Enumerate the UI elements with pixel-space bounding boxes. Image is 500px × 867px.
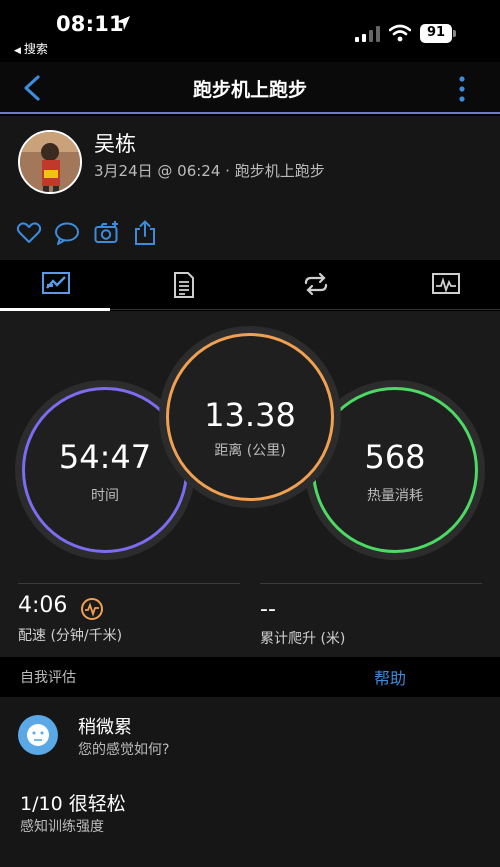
- calories-value: 568: [364, 438, 426, 476]
- avatar[interactable]: [18, 130, 82, 194]
- back-to-app-label: 搜索: [23, 42, 48, 56]
- details-document-icon: [174, 272, 194, 298]
- pace-value: 4:06: [18, 593, 68, 618]
- distance-ring: 13.38 距离 (公里): [166, 333, 334, 501]
- time-value: 54:47: [58, 438, 152, 476]
- time-ring: 54:47 时间: [22, 387, 188, 553]
- ascent-value: --: [260, 597, 276, 622]
- avatar-photo: [20, 132, 80, 192]
- cellular-signal-icon: [355, 26, 380, 42]
- tab-bar: [0, 260, 500, 311]
- pace-label: 配速 (分钟/千米): [18, 628, 123, 644]
- add-photo-camera-icon[interactable]: [94, 220, 120, 246]
- distance-label: 距离 (公里): [214, 443, 286, 459]
- tab-laps[interactable]: [260, 260, 370, 310]
- nav-bar: 跑步机上跑步: [0, 62, 500, 114]
- self-evaluation-body: 稍微累 您的感觉如何? 1/10 很轻松 感知训练强度: [0, 697, 500, 867]
- status-bar: 08:11 ◀ 搜索 91: [0, 0, 500, 62]
- calories-ring: 568 热量消耗: [312, 387, 478, 553]
- wifi-icon: [389, 24, 411, 42]
- feeling-title[interactable]: 稍微累: [78, 713, 132, 739]
- page-title: 跑步机上跑步: [192, 79, 307, 101]
- distance-value: 13.38: [204, 396, 296, 434]
- activity-subtitle: 3月24日 @ 06:24 · 跑步机上跑步: [94, 162, 325, 180]
- laps-repeat-icon: [304, 272, 328, 296]
- self-evaluation-header: 自我评估 帮助: [0, 657, 500, 697]
- face-glyph: [27, 724, 49, 746]
- calories-label: 热量消耗: [367, 488, 423, 504]
- pace-heart-rate-icon: [81, 598, 103, 620]
- perceived-intensity-value[interactable]: 1/10 很轻松: [20, 789, 126, 816]
- feeling-subtitle: 您的感觉如何?: [78, 742, 170, 758]
- help-link[interactable]: 帮助: [374, 665, 406, 689]
- divider: [18, 583, 240, 584]
- comment-bubble-icon[interactable]: [54, 220, 80, 246]
- location-arrow-icon: [116, 16, 130, 30]
- overview-chart-icon: [42, 272, 70, 294]
- share-icon[interactable]: [132, 220, 158, 246]
- stats-panel: 54:47 时间 568 热量消耗 13.38 距离 (公里) 4:06 配速 …: [0, 311, 500, 657]
- tab-details[interactable]: [130, 260, 240, 310]
- perceived-intensity-label: 感知训练强度: [20, 819, 104, 835]
- tab-charts[interactable]: [390, 260, 500, 310]
- ascent-label: 累计爬升 (米): [260, 631, 346, 647]
- battery-indicator: 91: [420, 24, 456, 43]
- back-to-app-link[interactable]: ◀ 搜索: [14, 40, 48, 57]
- battery-level: 91: [426, 25, 446, 40]
- self-evaluation-title: 自我评估: [20, 670, 76, 686]
- tab-overview[interactable]: [0, 260, 110, 311]
- feeling-face-icon[interactable]: [18, 715, 58, 755]
- time-label: 时间: [91, 488, 119, 504]
- like-heart-icon[interactable]: [16, 220, 42, 246]
- more-options-icon[interactable]: [452, 74, 472, 104]
- activity-header: 吴栋 3月24日 @ 06:24 · 跑步机上跑步: [0, 116, 500, 260]
- charts-graph-icon: [432, 273, 460, 294]
- divider: [260, 583, 482, 584]
- user-name[interactable]: 吴栋: [94, 128, 136, 158]
